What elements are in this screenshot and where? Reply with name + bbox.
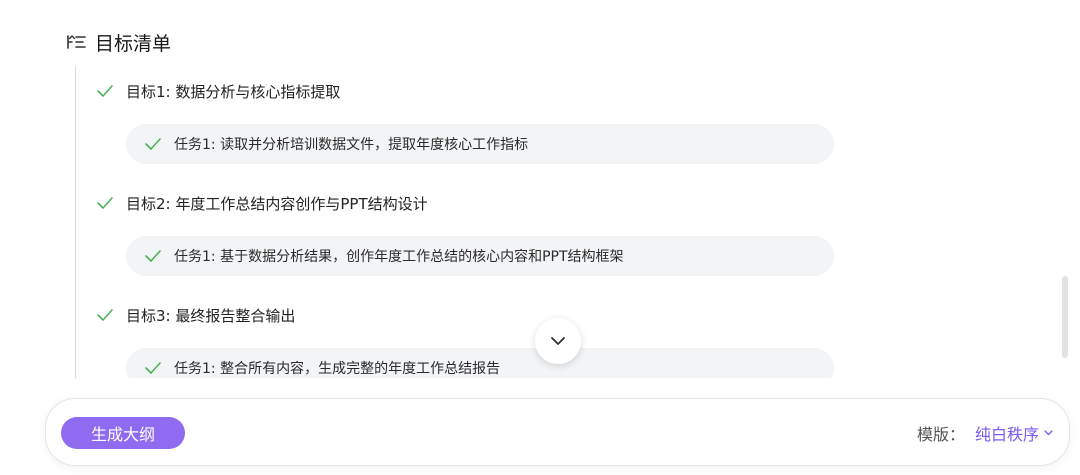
goal-label: 目标2: 年度工作总结内容创作与PPT结构设计: [126, 194, 428, 213]
check-icon: [97, 197, 113, 209]
checklist-title: 目标清单: [95, 32, 172, 55]
check-icon: [145, 250, 161, 262]
bottom-action-bar: 生成大纲 模版： 纯白秩序: [45, 398, 1070, 466]
checklist-icon: [67, 35, 86, 49]
goal-label: 目标1: 数据分析与核心指标提取: [126, 82, 341, 101]
task-item-3-1: 任务1: 整合所有内容，生成完整的年度工作总结报告: [126, 348, 834, 378]
check-icon: [145, 362, 161, 374]
scrollbar-thumb[interactable]: [1062, 276, 1068, 358]
goal-item-3: 目标3: 最终报告整合输出: [96, 300, 295, 330]
task-label: 任务1: 整合所有内容，生成完整的年度工作总结报告: [174, 361, 501, 377]
scroll-down-button[interactable]: [535, 318, 581, 364]
check-icon: [97, 309, 113, 321]
goal-item-2: 目标2: 年度工作总结内容创作与PPT结构设计: [96, 188, 428, 218]
task-item-1-1: 任务1: 读取并分析培训数据文件，提取年度核心工作指标: [126, 124, 834, 164]
chevron-down-icon: [551, 337, 565, 345]
check-icon: [97, 85, 113, 97]
timeline-line: [75, 66, 76, 378]
check-icon: [145, 138, 161, 150]
template-label: 模版：: [916, 425, 965, 444]
template-selector-group: 模版： 纯白秩序: [917, 419, 1053, 447]
goal-label: 目标3: 最终报告整合输出: [126, 306, 296, 325]
checklist-header: 目标清单: [66, 28, 171, 56]
task-label: 任务1: 基于数据分析结果，创作年度工作总结的核心内容和PPT结构框架: [174, 249, 624, 265]
goal-item-1: 目标1: 数据分析与核心指标提取: [96, 76, 340, 106]
goal-checklist-panel: 目标清单 目标1: 数据分析与核心指标提取 任务1: 读取并分析培训数据文件，提…: [0, 0, 1080, 475]
generate-outline-button[interactable]: 生成大纲: [61, 417, 185, 449]
template-dropdown[interactable]: 纯白秩序: [975, 421, 1053, 445]
task-item-2-1: 任务1: 基于数据分析结果，创作年度工作总结的核心内容和PPT结构框架: [126, 236, 834, 276]
task-label: 任务1: 读取并分析培训数据文件，提取年度核心工作指标: [174, 137, 529, 153]
template-value: 纯白秩序: [974, 425, 1039, 444]
chevron-down-icon: [1044, 430, 1053, 436]
